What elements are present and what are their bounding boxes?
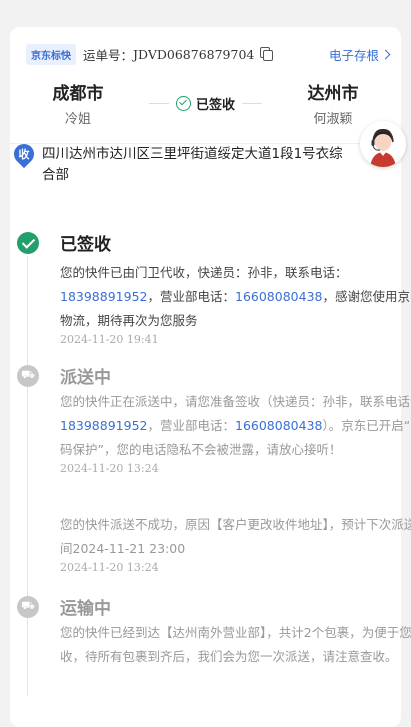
event-text: 您的快件已经到达【达州南外营业部】，共计2个包裹，为便于您签收，待所有包裹到齐后…	[60, 625, 411, 664]
waybill-row: 京东标快 运单号： JDVD06876879704 电子存根	[26, 43, 391, 65]
electronic-receipt-link[interactable]: 电子存根	[328, 45, 391, 64]
event-description: 您的快件已由门卫代收，快递员：孙非，联系电话： 18398891952，营业部电话…	[60, 261, 411, 333]
destination: 达州市 何淑颖	[273, 79, 393, 127]
customer-service-icon[interactable]	[360, 121, 406, 167]
origin-city: 成都市	[52, 84, 104, 104]
check-circle-icon	[175, 95, 191, 111]
electronic-receipt-label: 电子存根	[328, 47, 379, 63]
brand-badge: 京东标快	[26, 43, 76, 65]
event-description: 您的快件派送不成功，原因【客户更改收件地址】，预计下次派送时间2024-11-2…	[60, 513, 411, 561]
event-text: 您的快件派送不成功，原因【客户更改收件地址】，预计下次派送时间2024-11-2…	[60, 517, 411, 556]
transport-truck-icon: ⛟	[17, 596, 39, 618]
event-title: 已签收	[60, 235, 111, 255]
event-text: ，营业部电话：	[147, 289, 235, 304]
shipment-status: 已签收	[140, 93, 271, 113]
event-description: 您的快件已经到达【达州南外营业部】，共计2个包裹，为便于您签收，待所有包裹到齐后…	[60, 621, 411, 669]
event-text: 您的快件正在派送中，请您准备签收（快递员：孙非，联系电话：	[60, 394, 411, 409]
timeline-event: ⛟ 运输中 您的快件已经到达【达州南外营业部】，共计2个包裹，为便于您签收，待所…	[14, 594, 411, 669]
event-time: 2024-11-20 19:41	[60, 333, 159, 346]
check-circle-icon	[17, 232, 39, 254]
courier-phone-link[interactable]: 18398891952	[60, 418, 147, 433]
event-text: ，营业部电话：	[147, 418, 235, 433]
event-time: 2024-11-20 13:24	[60, 561, 159, 574]
origin: 成都市 冷姐	[18, 79, 138, 127]
address-badge: 收	[18, 148, 30, 161]
event-text: 您的快件已由门卫代收，快递员：孙非，联系电话：	[60, 265, 348, 280]
timeline-event: 已签收 您的快件已由门卫代收，快递员：孙非，联系电话： 18398891952，营…	[14, 230, 411, 346]
timeline-event: 您的快件派送不成功，原因【客户更改收件地址】，预计下次派送时间2024-11-2…	[14, 513, 411, 574]
branch-phone-link[interactable]: 16608080438	[235, 289, 322, 304]
shipment-status-label: 已签收	[195, 97, 235, 113]
destination-city: 达州市	[307, 84, 359, 104]
event-title: 运输中	[60, 599, 111, 619]
sender-name: 冷姐	[64, 112, 91, 127]
chevron-right-icon	[380, 49, 391, 59]
route-line-left	[148, 102, 169, 104]
location-pin-icon: 收	[9, 139, 39, 169]
courier-phone-link[interactable]: 18398891952	[60, 289, 147, 304]
address-text: 四川达州市达川区三里坪街道绥定大道1段1号衣综合部	[42, 146, 343, 183]
delivery-truck-icon: ⛟	[17, 365, 39, 387]
waybill-label: 运单号：	[83, 47, 134, 63]
delivery-address: 收 四川达州市达川区三里坪街道绥定大道1段1号衣综合部	[9, 139, 354, 186]
event-time: 2024-11-20 13:24	[60, 462, 159, 475]
copy-icon[interactable]	[259, 47, 274, 61]
timeline-event: ⛟ 派送中 您的快件正在派送中，请您准备签收（快递员：孙非，联系电话： 18398…	[14, 363, 411, 475]
waybill-number: JDVD06876879704	[133, 46, 255, 62]
branch-phone-link[interactable]: 16608080438	[235, 418, 322, 433]
route-summary: 成都市 冷姐 已签收 达州市 何淑颖	[10, 79, 401, 129]
event-title: 派送中	[60, 368, 111, 388]
route-line-right	[242, 102, 262, 104]
event-description: 您的快件正在派送中，请您准备签收（快递员：孙非，联系电话： 18398891952…	[60, 390, 411, 462]
